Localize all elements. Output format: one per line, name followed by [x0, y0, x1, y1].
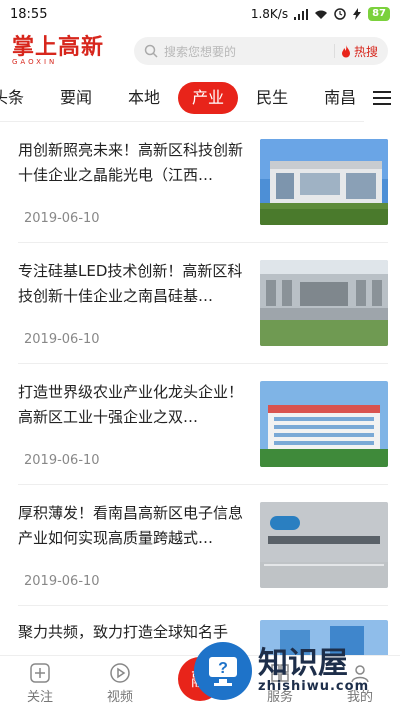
network-speed: 1.8K/s [250, 7, 289, 21]
search-input[interactable]: 搜索您想要的 热搜 [134, 37, 388, 65]
flame-icon [341, 44, 350, 57]
news-title: 用创新照亮未来！高新区科技创新十佳企业之晶能光电（江西… [18, 141, 244, 184]
signal-icon [294, 8, 309, 20]
watermark-en: zhishiwu.com [258, 678, 370, 694]
question-monitor-icon: ? [209, 657, 237, 686]
hot-search-button[interactable]: 热搜 [341, 43, 378, 60]
news-text: 用创新照亮未来！高新区科技创新十佳企业之晶能光电（江西… 2019-06-10 [18, 138, 250, 226]
news-item[interactable]: 厚积薄发！看南昌高新区电子信息产业如何实现高质量跨越式… 2019-06-10 [18, 485, 388, 606]
tabs-scroll: 头条 要闻 本地 产业 民生 南昌 [0, 81, 364, 114]
news-title: 厚积薄发！看南昌高新区电子信息产业如何实现高质量跨越式… [18, 504, 244, 547]
search-icon [144, 44, 158, 58]
news-title: 打造世界级农业产业化龙头企业！高新区工业十强企业之双… [18, 383, 244, 426]
status-time: 18:55 [10, 6, 48, 22]
tab-news[interactable]: 要闻 [42, 82, 110, 114]
nav-follow[interactable]: 关注 [0, 662, 80, 705]
news-item[interactable]: 打造世界级农业产业化龙头企业！高新区工业十强企业之双… 2019-06-10 [18, 364, 388, 485]
tab-industry[interactable]: 产业 [178, 81, 239, 114]
video-play-icon [110, 663, 130, 683]
search-placeholder: 搜索您想要的 [164, 44, 237, 59]
wifi-icon [315, 10, 328, 19]
news-list: 用创新照亮未来！高新区科技创新十佳企业之晶能光电（江西… 2019-06-10 … [0, 122, 400, 706]
watermark-logo: ? [194, 642, 252, 700]
news-date: 2019-06-10 [24, 574, 100, 589]
channel-tabs: 头条 要闻 本地 产业 民生 南昌 [0, 73, 400, 122]
hot-search-label: 热搜 [353, 44, 378, 59]
app-header: 掌上高新 GAOXIN 搜索您想要的 热搜 [0, 28, 400, 74]
news-thumbnail [260, 260, 388, 346]
news-text: 厚积薄发！看南昌高新区电子信息产业如何实现高质量跨越式… 2019-06-10 [18, 501, 250, 589]
tab-headlines[interactable]: 头条 [0, 82, 42, 114]
news-text: 打造世界级农业产业化龙头企业！高新区工业十强企业之双… 2019-06-10 [18, 380, 250, 468]
search-divider [333, 44, 335, 58]
channel-menu-button[interactable] [364, 73, 400, 122]
battery-indicator: 87 [368, 7, 390, 21]
logo-subtext: GAOXIN [12, 58, 58, 66]
watermark-text: 知识屋 zhishiwu.com [258, 645, 370, 694]
status-icons: 1.8K/s 87 [251, 7, 390, 21]
news-date: 2019-06-10 [24, 211, 100, 226]
follow-icon [30, 663, 50, 683]
alarm-icon [334, 8, 346, 20]
news-thumbnail [260, 139, 388, 225]
logo-text: 掌上高新 [12, 34, 105, 60]
nav-video-label: 视频 [106, 690, 133, 705]
tab-local[interactable]: 本地 [110, 82, 178, 114]
news-item[interactable]: 专注硅基LED技术创新！高新区科技创新十佳企业之南昌硅基… 2019-06-10 [18, 243, 388, 364]
tab-nanchang[interactable]: 南昌 [306, 82, 364, 114]
bolt-icon [353, 8, 362, 20]
app-logo: 掌上高新 GAOXIN [12, 36, 104, 66]
tab-livelihood[interactable]: 民生 [238, 82, 306, 114]
svg-text:?: ? [218, 660, 228, 677]
nav-video[interactable]: 视频 [80, 662, 160, 705]
news-text: 专注硅基LED技术创新！高新区科技创新十佳企业之南昌硅基… 2019-06-10 [18, 259, 250, 347]
watermark-cn: 知识屋 [258, 645, 348, 681]
menu-icon [373, 90, 391, 105]
nav-follow-label: 关注 [26, 690, 53, 705]
news-date: 2019-06-10 [24, 332, 100, 347]
news-item[interactable]: 用创新照亮未来！高新区科技创新十佳企业之晶能光电（江西… 2019-06-10 [18, 122, 388, 243]
watermark: ? 知识屋 zhishiwu.com [194, 639, 394, 703]
news-thumbnail [260, 381, 388, 467]
news-title: 专注硅基LED技术创新！高新区科技创新十佳企业之南昌硅基… [18, 262, 243, 305]
status-bar: 18:55 1.8K/s 87 [0, 0, 400, 28]
news-thumbnail [260, 502, 388, 588]
news-date: 2019-06-10 [24, 453, 100, 468]
